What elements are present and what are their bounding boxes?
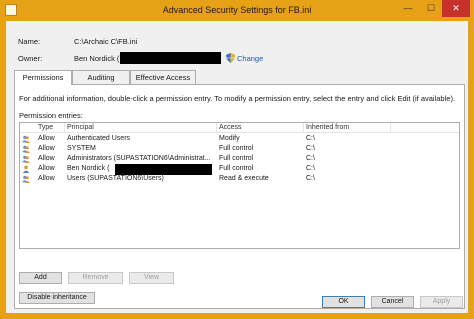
name-label: Name: [18, 37, 41, 46]
row-principal: Users (SUPASTATION6\Users) [67, 175, 164, 182]
column-divider [216, 123, 217, 133]
name-value: C:\Archaic C\FB.ini [74, 37, 138, 46]
column-divider [64, 123, 65, 133]
group-icon [22, 145, 30, 153]
permission-entries-label: Permission entries: [19, 111, 83, 120]
column-type[interactable]: Type [38, 124, 53, 131]
title-bar[interactable]: Advanced Security Settings for FB.ini — … [0, 0, 474, 21]
change-owner-link[interactable]: Change [237, 54, 263, 63]
ok-button[interactable]: OK [322, 296, 365, 308]
redaction-bar [120, 52, 221, 64]
remove-button[interactable]: Remove [68, 272, 123, 284]
group-icon [22, 155, 30, 163]
uac-shield-icon [226, 53, 235, 63]
list-header: Type Principal Access Inherited from [20, 123, 459, 133]
row-access: Full control [219, 155, 254, 162]
row-access: Modify [219, 135, 240, 142]
row-access: Full control [219, 165, 254, 172]
security-settings-window: Advanced Security Settings for FB.ini — … [0, 0, 474, 319]
row-access: Full control [219, 145, 254, 152]
row-principal: Ben Nordick ( [67, 165, 110, 172]
minimize-button[interactable]: — [396, 0, 420, 17]
row-type: Allow [38, 155, 55, 162]
table-row[interactable]: Allow Users (SUPASTATION6\Users) Read & … [20, 174, 459, 184]
dialog-client: Name: C:\Archaic C\FB.ini Owner: Ben Nor… [6, 21, 468, 313]
row-type: Allow [38, 145, 55, 152]
table-row[interactable]: Allow Ben Nordick ( Full control C:\ [20, 164, 459, 175]
table-row[interactable]: Allow SYSTEM Full control C:\ [20, 144, 459, 154]
column-principal[interactable]: Principal [67, 124, 94, 131]
tab-effective-access[interactable]: Effective Access [130, 70, 196, 84]
row-access: Read & execute [219, 175, 269, 182]
row-principal: Authenticated Users [67, 135, 131, 142]
row-principal: Administrators (SUPASTATION6\Administrat… [67, 155, 211, 162]
row-type: Allow [38, 135, 55, 142]
group-icon [22, 135, 30, 143]
column-access[interactable]: Access [219, 124, 242, 131]
column-divider [390, 123, 391, 133]
row-inherited: C:\ [306, 165, 315, 172]
row-inherited: C:\ [306, 155, 315, 162]
table-row[interactable]: Allow Authenticated Users Modify C:\ [20, 134, 459, 144]
row-type: Allow [38, 175, 55, 182]
info-text: For additional information, double-click… [19, 94, 456, 103]
user-icon [22, 165, 30, 173]
row-inherited: C:\ [306, 135, 315, 142]
row-inherited: C:\ [306, 175, 315, 182]
row-inherited: C:\ [306, 145, 315, 152]
maximize-button[interactable]: ☐ [420, 0, 442, 17]
tab-auditing[interactable]: Auditing [72, 70, 130, 84]
row-principal: SYSTEM [67, 145, 96, 152]
cancel-button[interactable]: Cancel [371, 296, 414, 308]
permissions-panel: For additional information, double-click… [14, 84, 465, 309]
column-inherited-from[interactable]: Inherited from [306, 124, 349, 131]
row-type: Allow [38, 165, 55, 172]
apply-button[interactable]: Apply [420, 296, 463, 308]
column-divider [303, 123, 304, 133]
view-button[interactable]: View [129, 272, 174, 284]
disable-inheritance-button[interactable]: Disable inheritance [19, 292, 95, 304]
tab-permissions[interactable]: Permissions [14, 70, 72, 85]
group-icon [22, 175, 30, 183]
owner-label: Owner: [18, 54, 43, 63]
table-row[interactable]: Allow Administrators (SUPASTATION6\Admin… [20, 154, 459, 164]
add-button[interactable]: Add [19, 272, 62, 284]
owner-value: Ben Nordick ( [74, 54, 120, 63]
permission-entries-list[interactable]: Type Principal Access Inherited from All… [19, 122, 460, 249]
close-button[interactable]: ✕ [442, 0, 470, 17]
